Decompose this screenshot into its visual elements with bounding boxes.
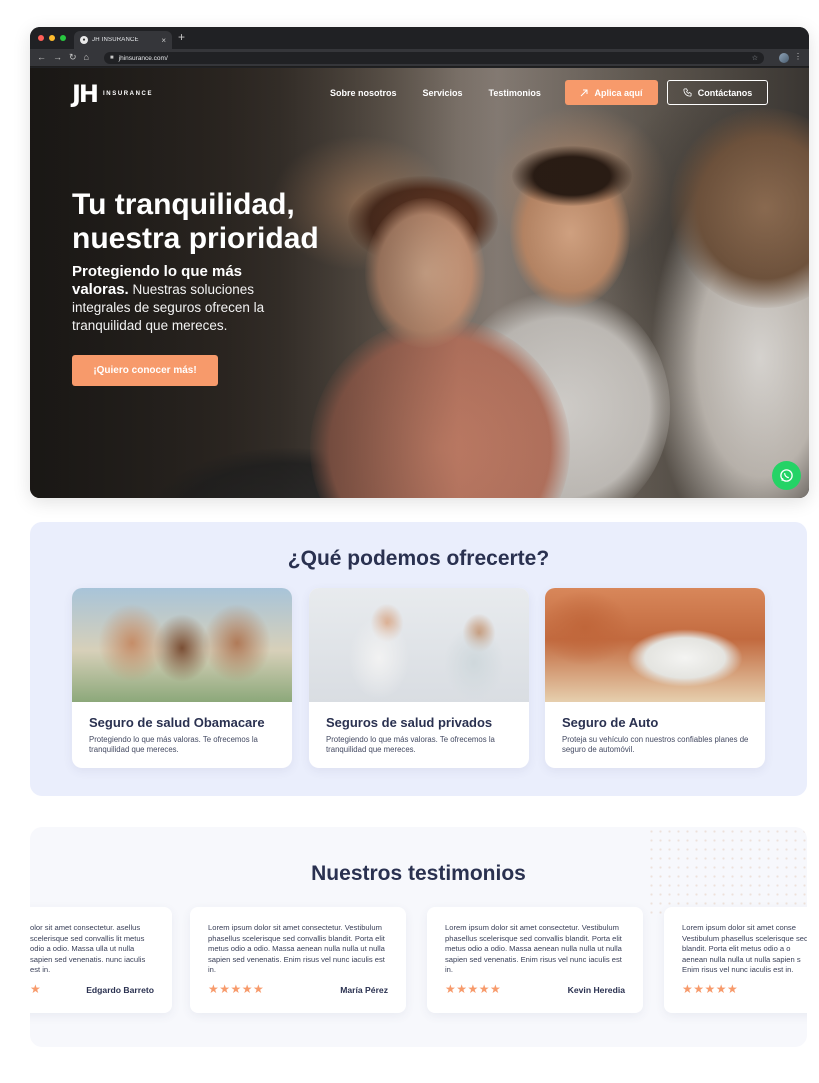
phone-icon <box>683 88 692 97</box>
testimonial-card: Lorem ipsum dolor sit amet conse Vestibu… <box>664 907 807 1013</box>
rating-stars: ★ <box>30 982 42 996</box>
browser-menu-icon[interactable]: ⋮ <box>794 52 802 61</box>
testimonial-author: Kevin Heredia <box>567 985 625 995</box>
close-tab-icon[interactable]: × <box>161 36 166 45</box>
logo-wordmark: INSURANCE <box>103 91 154 97</box>
site-header: JH INSURANCE Sobre nosotros Servicios Te… <box>30 68 809 118</box>
service-card-private-health[interactable]: Seguros de salud privados Protegiendo lo… <box>309 588 529 768</box>
testimonial-card: Lorem ipsum dolor sit amet consectetur. … <box>427 907 643 1013</box>
contact-button[interactable]: Contáctanos <box>667 80 768 105</box>
browser-window: ● JH INSURANCE × + ← → ↻ ⌂ ■ jhinsurance… <box>30 27 809 498</box>
tab-bar: ● JH INSURANCE × + <box>30 27 809 49</box>
browser-tab[interactable]: ● JH INSURANCE × <box>74 31 172 49</box>
testimonial-text: Lorem ipsum dolor sit amet conse Vestibu… <box>682 923 807 975</box>
testimonial-text: Lorem ipsum dolor sit amet consectetur. … <box>445 923 622 975</box>
main-nav: Sobre nosotros Servicios Testimonios <box>330 88 541 98</box>
hero-title-line-2: nuestra prioridad <box>72 222 319 255</box>
lock-icon: ■ <box>110 55 114 61</box>
favicon-icon: ● <box>80 36 88 44</box>
contact-button-label: Contáctanos <box>697 87 753 98</box>
home-icon[interactable]: ⌂ <box>84 52 89 63</box>
browser-nav: ← → ↻ ⌂ <box>37 52 89 63</box>
testimonial-author: Edgardo Barreto <box>86 985 154 995</box>
testimonial-card: olor sit amet consectetur. asellus scele… <box>30 907 172 1013</box>
back-icon[interactable]: ← <box>37 52 46 63</box>
testimonial-author: María Pérez <box>340 985 388 995</box>
service-card-obamacare[interactable]: Seguro de salud Obamacare Protegiendo lo… <box>72 588 292 768</box>
logo-mark: JH <box>72 80 99 108</box>
testimonial-text: Lorem ipsum dolor sit amet consectetur. … <box>208 923 385 975</box>
tab-title: JH INSURANCE <box>92 37 139 43</box>
services-title: ¿Qué podemos ofrecerte? <box>287 547 550 570</box>
service-card-desc: Protegiendo lo que más valoras. Te ofrec… <box>326 735 495 754</box>
whatsapp-icon <box>780 469 793 482</box>
nav-link-testimonials[interactable]: Testimonios <box>489 88 541 98</box>
services-section: ¿Qué podemos ofrecerte? Seguro de salud … <box>30 522 807 796</box>
service-card-desc: Proteja su vehículo con nuestros confiab… <box>562 735 749 754</box>
bookmark-star-icon[interactable]: ☆ <box>752 54 758 62</box>
profile-avatar[interactable] <box>779 53 789 63</box>
apply-button-label: Aplica aquí <box>594 87 643 98</box>
service-card-title: Seguro de salud Obamacare <box>89 715 265 730</box>
arrow-up-right-icon <box>581 89 588 96</box>
whatsapp-button[interactable] <box>772 461 801 490</box>
reload-icon[interactable]: ↻ <box>69 52 77 63</box>
apply-button[interactable]: Aplica aquí <box>565 80 658 105</box>
doctor-photo <box>309 588 529 702</box>
service-card-title: Seguros de salud privados <box>326 715 493 730</box>
testimonials-title: Nuestros testimonios <box>311 862 526 885</box>
site-logo[interactable]: JH INSURANCE <box>72 80 153 108</box>
rating-stars: ★★★★★ <box>208 982 265 996</box>
window-controls <box>38 35 66 41</box>
rating-stars: ★★★★★ <box>445 982 502 996</box>
maximize-window-dot[interactable] <box>60 35 66 41</box>
hero-subtitle: Protegiendo lo que más valoras. Nuestras… <box>72 263 302 335</box>
url-text: jhinsurance.com/ <box>118 54 168 62</box>
testimonial-card: Lorem ipsum dolor sit amet consectetur. … <box>190 907 406 1013</box>
service-card-desc: Protegiendo lo que más valoras. Te ofrec… <box>89 735 258 754</box>
new-tab-icon[interactable]: + <box>178 30 185 44</box>
testimonial-text: olor sit amet consectetur. asellus scele… <box>30 923 146 975</box>
close-window-dot[interactable] <box>38 35 44 41</box>
car-photo <box>545 588 765 702</box>
forward-icon[interactable]: → <box>53 52 62 63</box>
minimize-window-dot[interactable] <box>49 35 55 41</box>
hero-section: JH INSURANCE Sobre nosotros Servicios Te… <box>30 68 809 498</box>
nav-link-about[interactable]: Sobre nosotros <box>330 88 397 98</box>
learn-more-button[interactable]: ¡Quiero conocer más! <box>72 355 218 386</box>
url-field[interactable]: ■ jhinsurance.com/ ☆ <box>104 52 764 64</box>
service-card-title: Seguro de Auto <box>562 715 659 730</box>
testimonials-section: Nuestros testimonios olor sit amet conse… <box>30 827 807 1047</box>
hero-title: Tu tranquilidad, nuestra prioridad <box>72 188 372 256</box>
family-photo <box>72 588 292 702</box>
service-card-auto[interactable]: Seguro de Auto Proteja su vehículo con n… <box>545 588 765 768</box>
nav-link-services[interactable]: Servicios <box>423 88 463 98</box>
address-bar-row: ← → ↻ ⌂ ■ jhinsurance.com/ ☆ ⋮ <box>30 49 809 67</box>
hero-title-line-1: Tu tranquilidad, <box>72 188 295 221</box>
rating-stars: ★★★★★ <box>682 982 739 996</box>
